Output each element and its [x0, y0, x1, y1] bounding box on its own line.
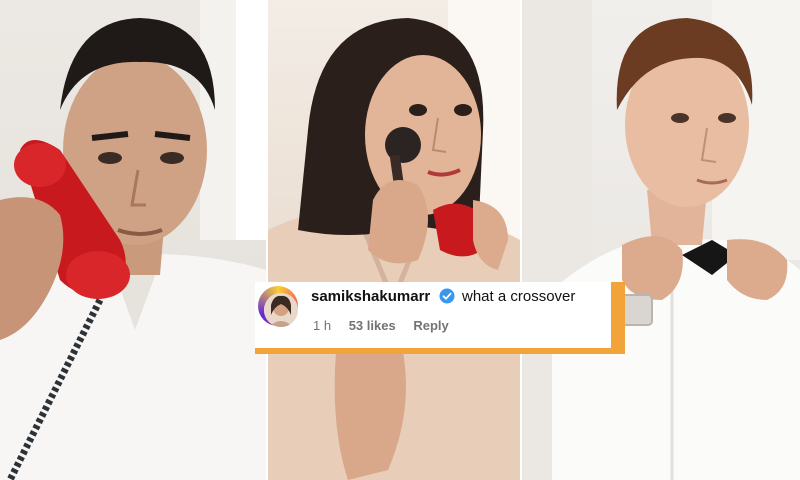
- comment-username[interactable]: samikshakumarr: [311, 288, 430, 305]
- comment-text: what a crossover: [462, 288, 576, 305]
- comment-meta: 1 h 53 likes Reply: [313, 318, 463, 333]
- man-bowtie-illustration: [522, 0, 800, 480]
- woman-makeup-illustration: [268, 0, 520, 480]
- avatar[interactable]: [264, 293, 298, 327]
- photo-panel-center: [268, 0, 520, 480]
- reply-button[interactable]: Reply: [413, 318, 448, 333]
- comment-timestamp: 1 h: [313, 318, 332, 333]
- avatar-story-ring[interactable]: [258, 286, 298, 327]
- verified-badge-icon: [439, 288, 455, 304]
- man-phone-illustration: [0, 0, 266, 480]
- comment-card: samikshakumarr what a crossover 1 h 53 l…: [255, 282, 625, 354]
- photo-panel-left: [0, 0, 266, 480]
- user-avatar-icon: [264, 293, 298, 327]
- comment-likes-count[interactable]: 53 likes: [349, 318, 396, 333]
- comment-card-accent: [611, 282, 625, 354]
- photo-panel-right: [522, 0, 800, 480]
